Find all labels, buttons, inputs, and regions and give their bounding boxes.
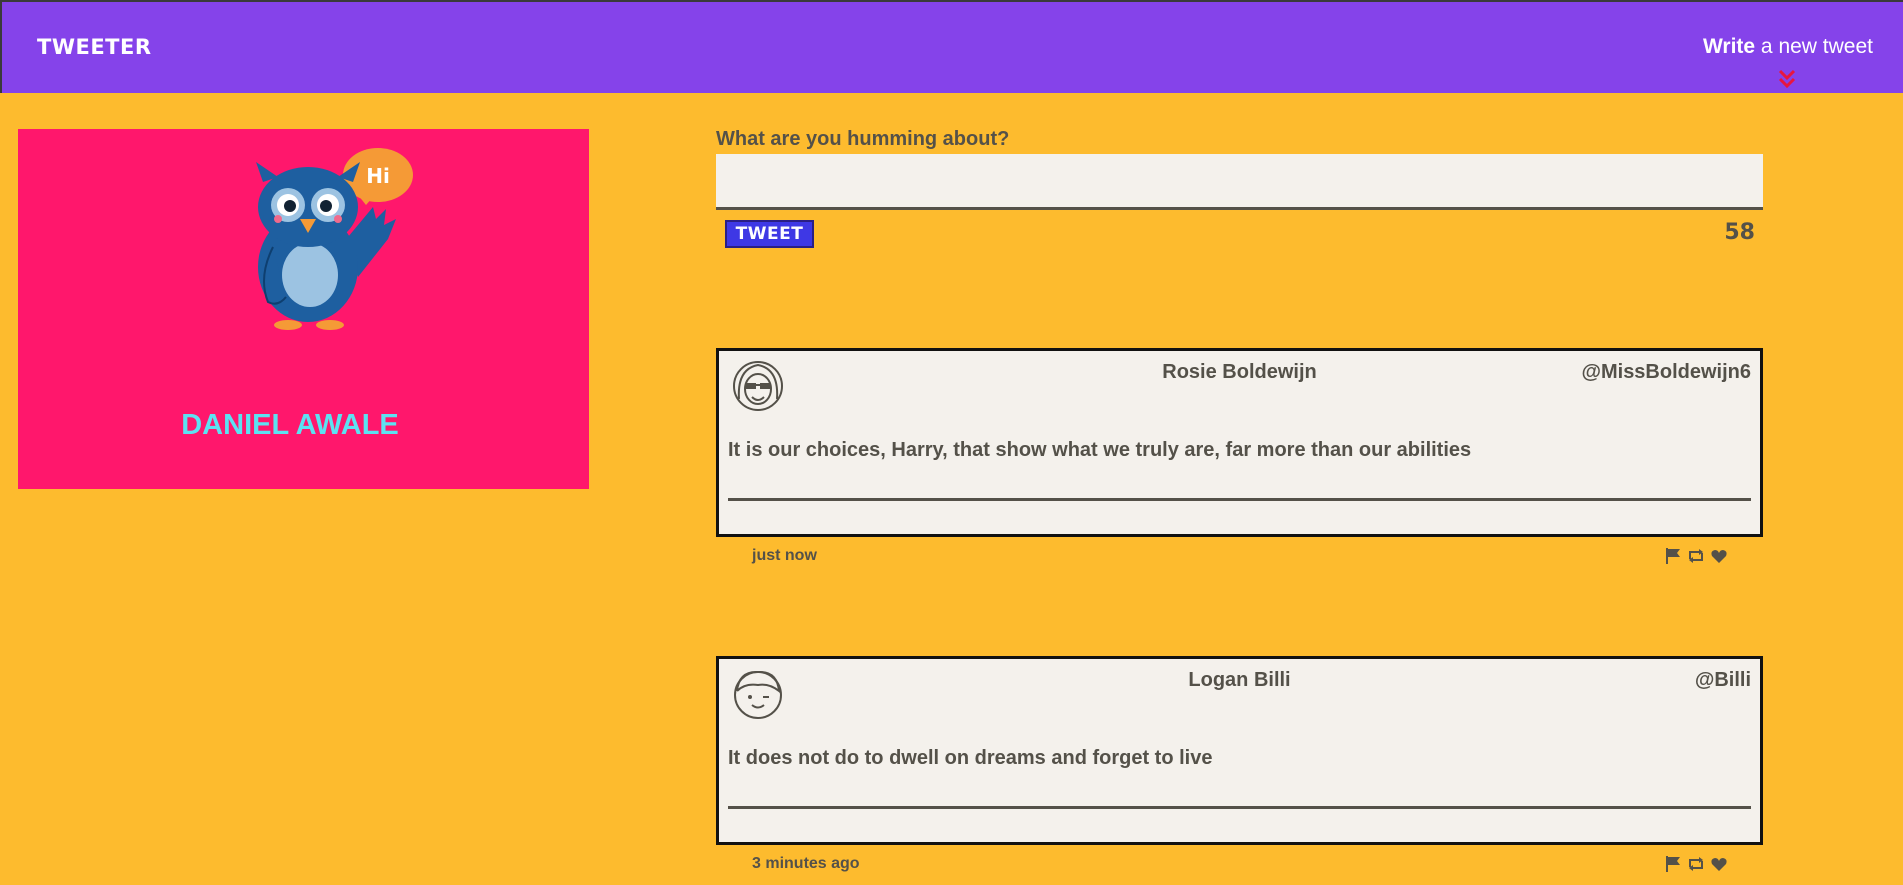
tweet-timestamp: just now — [752, 547, 817, 564]
heart-icon[interactable] — [1710, 855, 1728, 873]
tweet-content: It does not do to dwell on dreams and fo… — [728, 747, 1213, 769]
tweet-card: Rosie Boldewijn @MissBoldewijn6 It is ou… — [716, 348, 1763, 537]
char-counter: 58 — [1724, 220, 1755, 245]
chevron-double-down-icon[interactable] — [1777, 68, 1797, 90]
tweet-card: Logan Billi @Billi It does not do to dwe… — [716, 656, 1763, 845]
flag-icon[interactable] — [1664, 547, 1682, 565]
tweet-timestamp: 3 minutes ago — [752, 855, 860, 872]
compose-label: What are you humming about? — [716, 128, 1010, 150]
tweet-submit-button[interactable]: TWEET — [725, 220, 814, 248]
tweet-actions — [1664, 855, 1728, 873]
compose-link-rest: a new tweet — [1755, 35, 1873, 58]
new-tweet-form: What are you humming about? TWEET 58 — [716, 128, 1763, 248]
tweet-divider — [728, 498, 1751, 501]
owl-mascot: Hi — [256, 148, 413, 330]
retweet-icon[interactable] — [1687, 547, 1705, 565]
write-new-tweet-link[interactable]: Write a new tweet — [1703, 35, 1873, 59]
heart-icon[interactable] — [1710, 547, 1728, 565]
tweet-author-handle: @Billi — [1694, 669, 1751, 691]
tweet-content: It is our choices, Harry, that show what… — [728, 439, 1472, 461]
profile-card: Hi DANIEL AWALE — [18, 129, 589, 489]
flag-icon[interactable] — [1664, 855, 1682, 873]
brand-logo[interactable]: TWEETER — [37, 35, 152, 59]
tweet-actions — [1664, 547, 1728, 565]
tweet-input[interactable] — [716, 154, 1763, 210]
tweet-footer: 3 minutes ago — [716, 852, 1763, 876]
compose-link-bold: Write — [1702, 35, 1756, 58]
retweet-icon[interactable] — [1687, 855, 1705, 873]
speech-bubble-text: Hi — [366, 164, 390, 188]
tweet-divider — [728, 806, 1751, 809]
tweet-author-handle: @MissBoldewijn6 — [1581, 361, 1751, 383]
tweet-footer: just now — [716, 544, 1763, 568]
top-navbar: TWEETER Write a new tweet — [0, 0, 1903, 93]
tweet-author-name: Logan Billi — [1188, 669, 1291, 691]
profile-name: DANIEL AWALE — [181, 409, 399, 441]
